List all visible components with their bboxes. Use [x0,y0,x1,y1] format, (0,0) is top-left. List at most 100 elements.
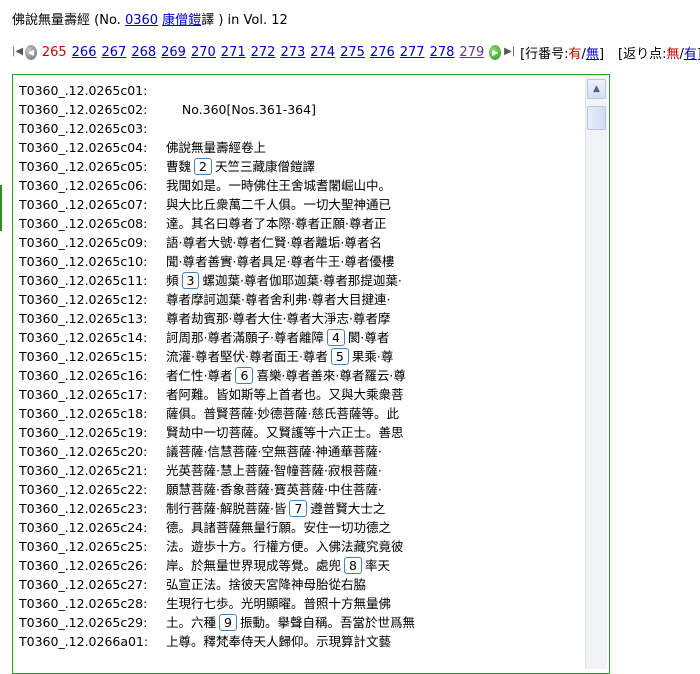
line-text-segment: 達。其名曰尊者了本際·尊者正願·尊者正 [166,216,387,231]
vertical-scrollbar[interactable]: ▲ [585,77,607,669]
text-line: T0360_.12.0265c15: 流灌·尊者堅伏·尊者面王·尊者 5 果乘·尊 [19,347,585,366]
line-text: 尊者摩訶迦葉·尊者舍利弗·尊者大目揵連· [166,290,390,309]
line-text-segment: 薩俱。普賢菩薩·妙德菩薩·慈氏菩薩等。此 [166,406,399,421]
line-text-segment: 訶周那·尊者滿願子·尊者離障 [166,330,324,345]
line-text-segment: 生現行七歩。光明顯曜。普照十方無量佛 [166,596,392,611]
line-text: 佛說無量壽經卷上 [166,138,266,157]
line-text-segment: 我聞如是。一時佛住王舍城耆闍崛山中。 [166,178,392,193]
line-text: 曹魏 2 天竺三藏康僧鎧譯 [166,157,315,176]
line-id: T0360_.12.0265c07: [19,197,148,212]
line-id: T0360_.12.0265c25: [19,539,148,554]
line-number-label: [行番号: [520,46,569,62]
text-line: T0360_.12.0266a01: 上尊。釋梵奉侍天人歸仰。示現算計文藝 [19,632,585,651]
page-number-link[interactable]: 266 [72,45,97,60]
page-number-link[interactable]: 269 [161,45,186,60]
line-text: 我聞如是。一時佛住王舍城耆闍崛山中。 [166,176,391,195]
line-number-close: ] [598,46,605,62]
kaeriten-off: 無 [666,46,680,62]
line-text: 生現行七歩。光明顯曜。普照十方無量佛 [166,594,391,613]
page-number-link[interactable]: 267 [101,45,126,60]
text-number-link[interactable]: 0360 [125,13,158,28]
page-number-link[interactable]: 279 [459,45,484,60]
translator-link[interactable]: 康僧鎧 [162,13,201,28]
page-number-link[interactable]: 268 [131,45,156,60]
line-text: 訶周那·尊者滿願子·尊者離障 4 閡·尊者 [166,328,389,347]
footnote-marker[interactable]: 6 [235,367,254,384]
line-text: 賢劫中一切菩薩。又賢護等十六正士。善思 [166,423,404,442]
line-id: T0360_.12.0265c10: [19,254,148,269]
line-id: T0360_.12.0265c24: [19,520,148,535]
text-line: T0360_.12.0265c27: 弘宣正法。捨彼天宮降神母胎從右脇 [19,575,585,594]
line-text: 弘宣正法。捨彼天宮降神母胎從右脇 [166,575,366,594]
next-page-icon[interactable]: ▶ [489,44,502,60]
line-id: T0360_.12.0265c03: [19,121,148,136]
text-line: T0360_.12.0265c05: 曹魏 2 天竺三藏康僧鎧譯 [19,157,585,176]
footnote-marker[interactable]: 2 [194,158,212,175]
line-text-segment: 賢劫中一切菩薩。又賢護等十六正士。善思 [166,425,404,440]
last-page-icon[interactable]: ▶| [504,45,515,59]
page-number-link[interactable]: 274 [310,45,335,60]
footnote-marker[interactable]: 9 [219,614,237,631]
line-id: T0360_.12.0265c12: [19,292,148,307]
line-text: 德。具諸菩薩無量行願。安住一切功德之 [166,518,391,537]
line-text-segment: 者仁性·尊者 [166,368,233,383]
page-number-link[interactable]: 276 [370,45,395,60]
line-text: 法。遊歩十方。行權方便。入佛法藏究竟彼 [166,537,404,556]
line-id: T0360_.12.0265c17: [19,387,148,402]
footnote-marker[interactable]: 7 [289,500,308,517]
line-id: T0360_.12.0265c08: [19,216,148,231]
line-text: 薩俱。普賢菩薩·妙德菩薩·慈氏菩薩等。此 [166,404,399,423]
line-id: T0360_.12.0265c19: [19,425,148,440]
prev-page-icon[interactable]: ◀ [25,44,37,60]
line-id: T0360_.12.0265c16: [19,368,148,383]
text-line: T0360_.12.0265c25: 法。遊歩十方。行權方便。入佛法藏究竟彼 [19,537,585,556]
line-id: T0360_.12.0265c14: [19,330,148,345]
page-number-link[interactable]: 275 [340,45,365,60]
line-text-segment: 佛說無量壽經卷上 [166,140,267,155]
page-number-link[interactable]: 277 [400,45,425,60]
footnote-marker[interactable]: 3 [181,272,200,289]
line-text-segment: 率天 [364,558,390,573]
page-number-link[interactable]: 270 [191,45,216,60]
line-id: T0360_.12.0265c06: [19,178,148,193]
line-text: 願慧菩薩·香象菩薩·寶英菩薩·中住菩薩· [166,480,382,499]
text-line: T0360_.12.0265c04: 佛說無量壽經卷上 [19,138,585,157]
text-line: T0360_.12.0265c14: 訶周那·尊者滿願子·尊者離障 4 閡·尊者 [19,328,585,347]
footnote-marker[interactable]: 8 [344,557,362,574]
line-id: T0360_.12.0265c05: [19,159,148,174]
line-id: T0360_.12.0265c01: [19,83,148,98]
line-text: 岸。於無量世界現成等覺。處兜 8 率天 [166,556,390,575]
line-id: T0360_.12.0265c18: [19,406,148,421]
text-line: T0360_.12.0265c10: 聞·尊者善實·尊者具足·尊者牛王·尊者優樓 [19,252,585,271]
line-id: T0360_.12.0265c15: [19,349,148,364]
line-text-segment: 天竺三藏康僧鎧譯 [214,159,315,174]
line-text: 流灌·尊者堅伏·尊者面王·尊者 5 果乘·尊 [166,347,393,366]
line-text-segment: 尊者劫賓那·尊者大住·尊者大淨志·尊者摩 [166,311,391,326]
line-text-segment: 閡·尊者 [347,330,390,345]
line-id: T0360_.12.0265c20: [19,444,148,459]
kaeriten-on-link[interactable]: 有 [684,47,697,62]
text-line: T0360_.12.0265c22: 願慧菩薩·香象菩薩·寶英菩薩·中住菩薩· [19,480,585,499]
first-page-icon[interactable]: |◀ [12,45,23,59]
footnote-marker[interactable]: 4 [326,329,345,346]
text-line: T0360_.12.0265c12: 尊者摩訶迦葉·尊者舍利弗·尊者大目揵連· [19,290,585,309]
line-number-off-link[interactable]: 無 [586,47,599,62]
page-number-link[interactable]: 273 [280,45,305,60]
line-text-segment: 議菩薩·信慧菩薩·空無菩薩·神通華菩薩· [166,444,382,459]
footnote-marker[interactable]: 5 [330,348,349,365]
text-line: T0360_.12.0265c29: 土。六種 9 振動。擧聲自稱。吾當於世爲無 [19,613,585,632]
scrollbar-thumb[interactable] [587,106,606,130]
page-number-link[interactable]: 272 [251,45,276,60]
line-text-segment: 者阿難。皆如斯等上首者也。又與大乘衆菩 [166,387,404,402]
line-text-segment: 振動。擧聲自稱。吾當於世爲無 [239,615,415,630]
scroll-up-arrow-icon[interactable]: ▲ [587,79,606,99]
line-number-on: 有 [568,46,582,62]
text-line: T0360_.12.0265c13: 尊者劫賓那·尊者大住·尊者大淨志·尊者摩 [19,309,585,328]
text-line: T0360_.12.0265c20: 議菩薩·信慧菩薩·空無菩薩·神通華菩薩· [19,442,585,461]
page-number-link[interactable]: 271 [221,45,246,60]
line-id: T0360_.12.0265c29: [19,615,148,630]
page-number-list: 265 266 267 268 269 270 271 272 273 274 275 276 277 2… [42,45,484,60]
text-line: T0360_.12.0265c19: 賢劫中一切菩薩。又賢護等十六正士。善思 [19,423,585,442]
page-number-link[interactable]: 278 [430,45,455,60]
line-text-segment: 願慧菩薩·香象菩薩·寶英菩薩·中住菩薩· [166,482,382,497]
